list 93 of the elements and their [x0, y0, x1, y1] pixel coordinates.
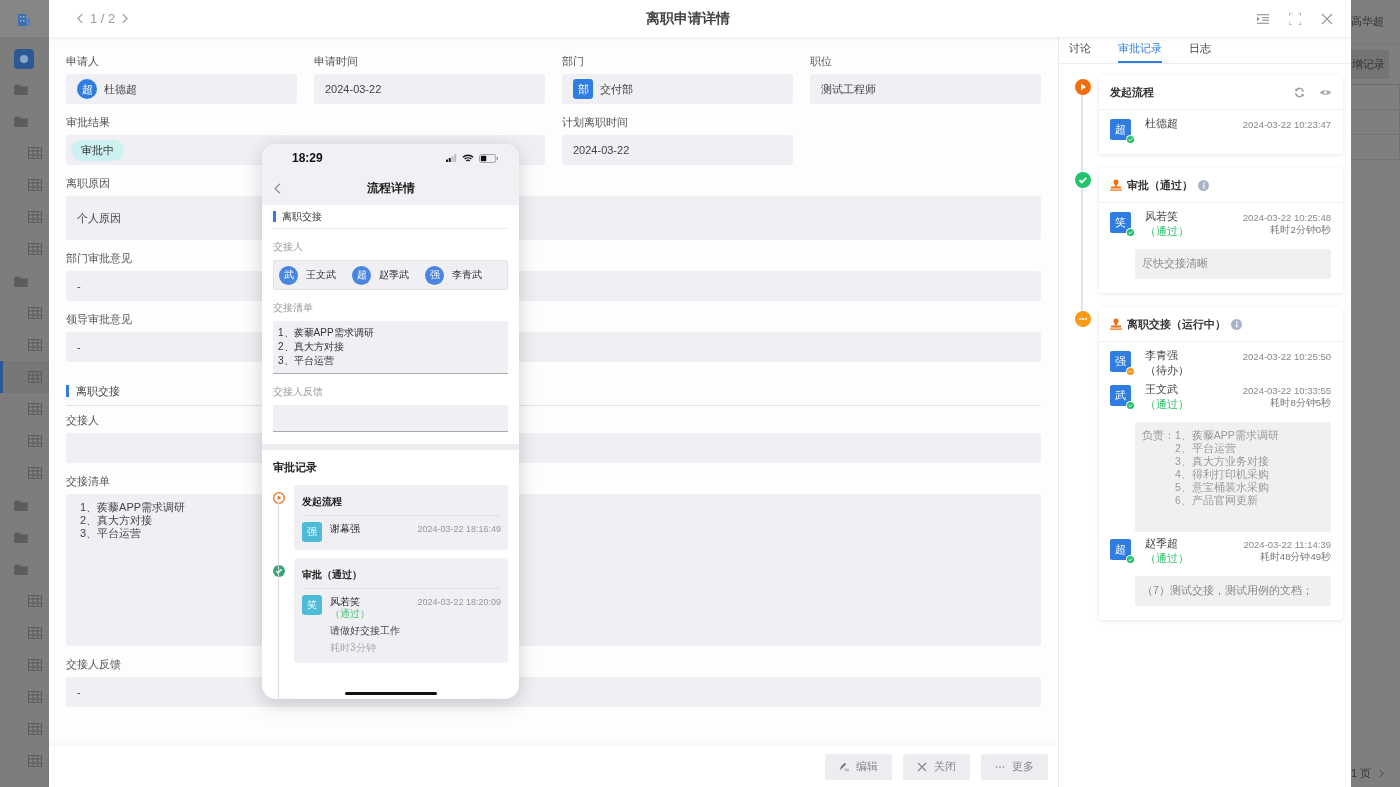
avatar: 超	[1110, 119, 1131, 140]
avatar: 笑	[302, 595, 322, 615]
field-label: 计划离职时间	[562, 115, 628, 129]
duration-text: 耗时8分钟5秒	[1270, 397, 1331, 409]
list-line: 3、平台运营	[80, 527, 142, 540]
timestamp: 2024-03-22 10:25:50	[1242, 351, 1331, 363]
person-name: 李青强	[1145, 348, 1179, 363]
result-text: （待办）	[1145, 363, 1190, 378]
avatar: 超	[1110, 539, 1131, 560]
field-label: 交接人反馈	[273, 385, 323, 399]
person-name: 风若笑	[1145, 209, 1179, 224]
field-label: 离职原因	[66, 176, 110, 190]
field-value: -	[77, 341, 81, 353]
avatar: 笑	[1110, 212, 1131, 233]
comment-box: 尽快交接清晰	[1135, 249, 1331, 279]
comment-line: 6、产品官网更新	[1175, 494, 1259, 507]
result-text: （通过）	[330, 608, 371, 620]
timestamp: 2024-03-22 11:14:39	[1243, 539, 1331, 551]
field-label: 交接清单	[273, 301, 313, 315]
dialog-title: 离职申请详情	[644, 9, 731, 28]
list-line: 1、蒺藜APP需求调研	[278, 326, 375, 340]
step-title: 审批（通过）	[1127, 177, 1193, 193]
list-line: 2、真大方对接	[278, 340, 345, 354]
result-text: （通过）	[1145, 224, 1190, 239]
person-name: 李青武	[452, 268, 482, 282]
field-value: 交付部	[600, 81, 633, 97]
avatar: 超	[352, 265, 371, 285]
duration-text: 耗时48分钟49秒	[1259, 551, 1331, 563]
comment-line: 3、真大方业务对接	[1175, 455, 1270, 468]
avatar: 强	[425, 265, 444, 285]
comment-line: 5、意宝桶装水采购	[1175, 481, 1270, 494]
comment-label: 负责：	[1142, 429, 1175, 443]
department-avatar: 部	[573, 79, 593, 99]
duration-text: 耗时2分钟0秒	[1270, 224, 1331, 236]
comment-line: 1、蒺藜APP需求调研	[1175, 429, 1279, 442]
field-label: 领导审批意见	[66, 312, 132, 326]
field-label: 交接人	[66, 413, 99, 427]
page-counter: 1 / 2	[90, 11, 116, 26]
person-name: 风若笑	[330, 596, 361, 608]
field-label: 申请时间	[314, 54, 358, 68]
comment-text: 请做好交接工作	[330, 624, 400, 638]
person-name: 王文武	[1145, 382, 1179, 397]
timestamp: 2024-03-22 10:33:55	[1242, 385, 1331, 397]
timestamp: 2024-03-22 10:23:47	[1242, 119, 1331, 131]
field-label: 申请人	[66, 54, 99, 68]
step-title: 发起流程	[302, 491, 501, 516]
avatar: 武	[1110, 385, 1131, 406]
field-value: 杜德超	[104, 81, 137, 97]
user-name: 高华超	[1351, 14, 1385, 29]
field-label: 交接人	[273, 240, 303, 254]
status-time: 18:29	[292, 151, 323, 165]
field-value: 2024-03-22	[325, 83, 382, 95]
avatar: 武	[279, 265, 298, 285]
status-tag: 审批中	[71, 139, 124, 161]
timestamp: 2024-03-22 10:25:48	[1242, 212, 1331, 224]
field-value: 个人原因	[77, 210, 121, 226]
step-title: 审批（通过）	[302, 564, 501, 589]
field-label: 部门	[562, 54, 584, 68]
field-label: 交接清单	[66, 474, 110, 488]
field-value: -	[77, 686, 81, 698]
avatar: 强	[1110, 351, 1131, 372]
person-name: 杜德超	[1145, 116, 1179, 131]
list-line: 2、真大方对接	[80, 514, 153, 527]
section-title: 离职交接	[273, 211, 322, 222]
field-label: 审批结果	[66, 115, 110, 129]
list-line: 1、蒺藜APP需求调研	[80, 501, 186, 514]
field-value: 测试工程师	[821, 81, 876, 97]
duration-text: 耗时3分钟	[330, 641, 376, 655]
comment-line: 4、得利打印机采购	[1175, 468, 1270, 481]
step-title: 离职交接（运行中）	[1127, 316, 1226, 332]
result-text: （通过）	[1145, 551, 1190, 566]
avatar: 强	[302, 522, 322, 542]
field-label: 职位	[810, 54, 832, 68]
field-value: -	[77, 280, 81, 292]
comment-box: （7）测试交接，测试用例的文档；	[1135, 576, 1331, 606]
field-label: 部门审批意见	[66, 251, 132, 265]
comment-line: 2、平台运营	[1175, 442, 1237, 455]
list-line: 3、平台运营	[278, 354, 335, 368]
person-name: 谢幕强	[330, 523, 361, 535]
avatar: 超	[77, 79, 97, 99]
section-title: 离职交接	[66, 385, 120, 397]
page-text: 1 页	[1351, 765, 1372, 781]
timestamp: 2024-03-22 18:20:09	[417, 597, 501, 607]
field-value: 2024-03-22	[573, 144, 630, 156]
step-title: 发起流程	[1110, 84, 1154, 100]
field-label: 交接人反馈	[66, 657, 121, 671]
records-title: 审批记录	[273, 460, 318, 475]
person-name: 赵季武	[379, 268, 409, 282]
result-text: （通过）	[1145, 397, 1190, 412]
person-name: 赵季超	[1145, 536, 1179, 551]
person-name: 王文武	[306, 268, 336, 282]
screen-title: 流程详情	[366, 180, 415, 197]
timestamp: 2024-03-22 18:16:49	[417, 524, 501, 534]
